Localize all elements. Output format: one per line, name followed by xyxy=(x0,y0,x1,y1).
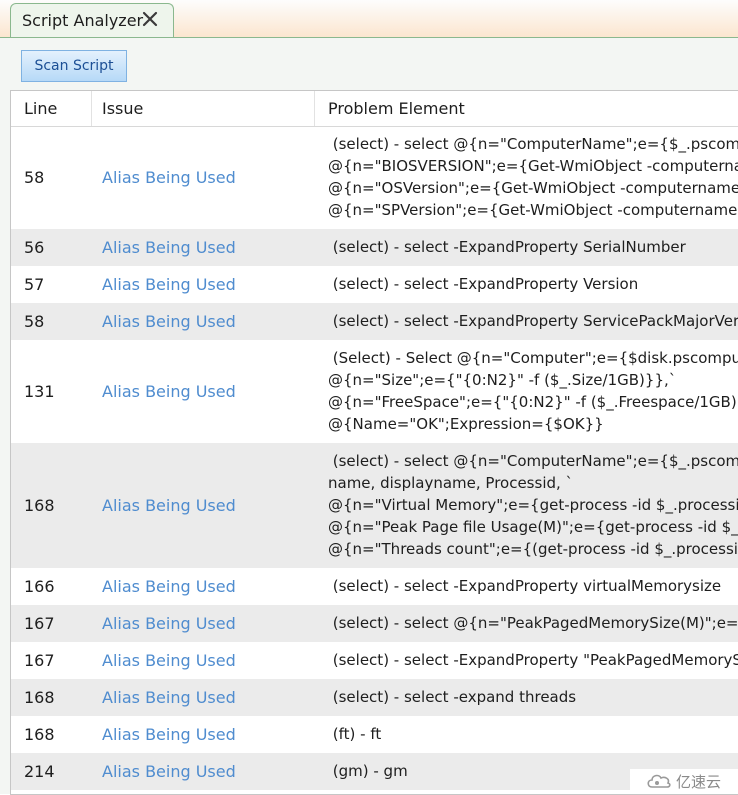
line-number-cell: 58 xyxy=(24,167,45,187)
line-number-cell: 168 xyxy=(24,495,55,515)
watermark: 亿速云 xyxy=(630,769,738,794)
tab-strip: Script Analyzer xyxy=(0,0,738,37)
watermark-text: 亿速云 xyxy=(676,773,722,791)
issue-link[interactable]: Alias Being Used xyxy=(102,238,236,257)
issue-link[interactable]: Alias Being Used xyxy=(102,275,236,294)
scan-script-button[interactable]: Scan Script xyxy=(21,50,127,82)
issue-link[interactable]: Alias Being Used xyxy=(102,651,236,670)
table-row[interactable]: 56 Alias Being Used (select) - select -Ex… xyxy=(11,229,738,266)
problem-element-cell: (select) - select -expand threads xyxy=(328,686,738,708)
problem-element-line: name, displayname, Processid, ` xyxy=(328,474,574,492)
problem-element-line: @{Name="OK";Expression={$OK}} xyxy=(328,415,604,433)
problem-element-line: @{n="Size";e={"{0:N2}" -f ($_.Size/1GB)}… xyxy=(328,371,677,389)
line-number-cell: 214 xyxy=(24,761,55,781)
issue-link[interactable]: Alias Being Used xyxy=(102,725,236,744)
issue-link[interactable]: Alias Being Used xyxy=(102,496,236,515)
problem-element-line: @{n="SPVersion";e={Get-WmiObject -comput… xyxy=(328,201,738,219)
issue-link[interactable]: Alias Being Used xyxy=(102,382,236,401)
table-row[interactable]: 57 Alias Being Used (select) - select -Ex… xyxy=(11,266,738,303)
problem-element-line: @{n="Peak Page file Usage(M)";e={get-pro… xyxy=(328,518,738,536)
problem-element-line: (select) - select @{n="ComputerName";e={… xyxy=(328,452,738,470)
problem-element-line: (Select) - Select @{n="Computer";e={$dis… xyxy=(328,349,738,367)
line-number-cell: 168 xyxy=(24,687,55,707)
column-header-line[interactable]: Line xyxy=(11,91,92,126)
problem-element-cell: (select) - select -ExpandProperty Serial… xyxy=(328,236,738,258)
problem-element-cell: (select) - select @{n="PeakPagedMemorySi… xyxy=(328,612,738,634)
problem-element-line: (select) - select -expand threads xyxy=(328,688,577,706)
problem-element-cell: (select) - select @{n="ComputerName";e={… xyxy=(328,450,738,560)
problem-element-line: (select) - select -ExpandProperty "PeakP… xyxy=(328,651,738,669)
table-row[interactable]: 131 Alias Being Used (Select) - Select @{… xyxy=(11,340,738,443)
problem-element-cell: (select) - select -ExpandProperty "PeakP… xyxy=(328,649,738,671)
problem-element-cell: (ft) - ft xyxy=(328,723,738,745)
results-grid: Line Issue Problem Element 58 Alias Being… xyxy=(10,90,738,795)
column-header-problem-element[interactable]: Problem Element xyxy=(315,91,738,126)
problem-element-line: @{n="Threads count";e={(get-process -id … xyxy=(328,540,738,558)
table-row[interactable]: 214 Alias Being Used (gm) - gm xyxy=(11,753,738,790)
problem-element-cell: (Select) - Select @{n="Computer";e={$dis… xyxy=(328,347,738,435)
issue-link[interactable]: Alias Being Used xyxy=(102,312,236,331)
line-number-cell: 131 xyxy=(24,381,55,401)
problem-element-cell: (select) - select -ExpandProperty virtua… xyxy=(328,575,738,597)
problem-element-line: @{n="FreeSpace";e={"{0:N2}" -f ($_.Frees… xyxy=(328,393,738,411)
line-number-cell: 168 xyxy=(24,724,55,744)
table-row[interactable]: 167 Alias Being Used (select) - select -E… xyxy=(11,642,738,679)
problem-element-cell: (select) - select -ExpandProperty Versio… xyxy=(328,273,738,295)
problem-element-cell: (select) - select -ExpandProperty Servic… xyxy=(328,310,738,332)
close-icon[interactable] xyxy=(140,9,160,29)
cloud-logo-icon xyxy=(647,774,671,788)
line-number-cell: 56 xyxy=(24,237,45,257)
issue-link[interactable]: Alias Being Used xyxy=(102,614,236,633)
table-row[interactable]: 166 Alias Being Used (select) - select -E… xyxy=(11,568,738,605)
problem-element-line: (ft) - ft xyxy=(328,725,382,743)
issue-link[interactable]: Alias Being Used xyxy=(102,688,236,707)
problem-element-line: @{n="OSVersion";e={Get-WmiObject -comput… xyxy=(328,179,738,197)
problem-element-line: @{n="BIOSVERSION";e={Get-WmiObject -comp… xyxy=(328,157,738,175)
table-row[interactable]: 58 Alias Being Used (select) - select -Ex… xyxy=(11,303,738,340)
problem-element-line: (select) - select -ExpandProperty Servic… xyxy=(328,312,738,330)
script-analyzer-panel: Scan Script Line Issue Problem Element 5… xyxy=(0,37,738,795)
line-number-cell: 167 xyxy=(24,613,55,633)
problem-element-cell: (select) - select @{n="ComputerName";e={… xyxy=(328,133,738,221)
tab-script-analyzer[interactable]: Script Analyzer xyxy=(10,3,174,37)
line-number-cell: 166 xyxy=(24,576,55,596)
tab-title: Script Analyzer xyxy=(22,11,144,30)
issue-link[interactable]: Alias Being Used xyxy=(102,577,236,596)
table-row[interactable]: 168 Alias Being Used (ft) - ft xyxy=(11,716,738,753)
line-number-cell: 58 xyxy=(24,311,45,331)
table-row[interactable]: 58 Alias Being Used (select) - select @{n… xyxy=(11,126,738,229)
table-row[interactable]: 167 Alias Being Used (select) - select @{… xyxy=(11,605,738,642)
problem-element-line: (select) - select @{n="PeakPagedMemorySi… xyxy=(328,614,738,632)
problem-element-line: (select) - select -ExpandProperty Versio… xyxy=(328,275,639,293)
line-number-cell: 167 xyxy=(24,650,55,670)
column-header-issue[interactable]: Issue xyxy=(89,91,315,126)
problem-element-line: (select) - select @{n="ComputerName";e={… xyxy=(328,135,738,153)
table-row[interactable]: 168 Alias Being Used (select) - select -e… xyxy=(11,679,738,716)
table-row[interactable]: 168 Alias Being Used (select) - select @{… xyxy=(11,443,738,568)
issue-link[interactable]: Alias Being Used xyxy=(102,168,236,187)
problem-element-line: (select) - select -ExpandProperty Serial… xyxy=(328,238,686,256)
issue-link[interactable]: Alias Being Used xyxy=(102,762,236,781)
problem-element-line: @{n="Virtual Memory";e={get-process -id … xyxy=(328,496,738,514)
problem-element-line: (select) - select -ExpandProperty virtua… xyxy=(328,577,722,595)
line-number-cell: 57 xyxy=(24,274,45,294)
grid-header: Line Issue Problem Element xyxy=(11,91,738,127)
